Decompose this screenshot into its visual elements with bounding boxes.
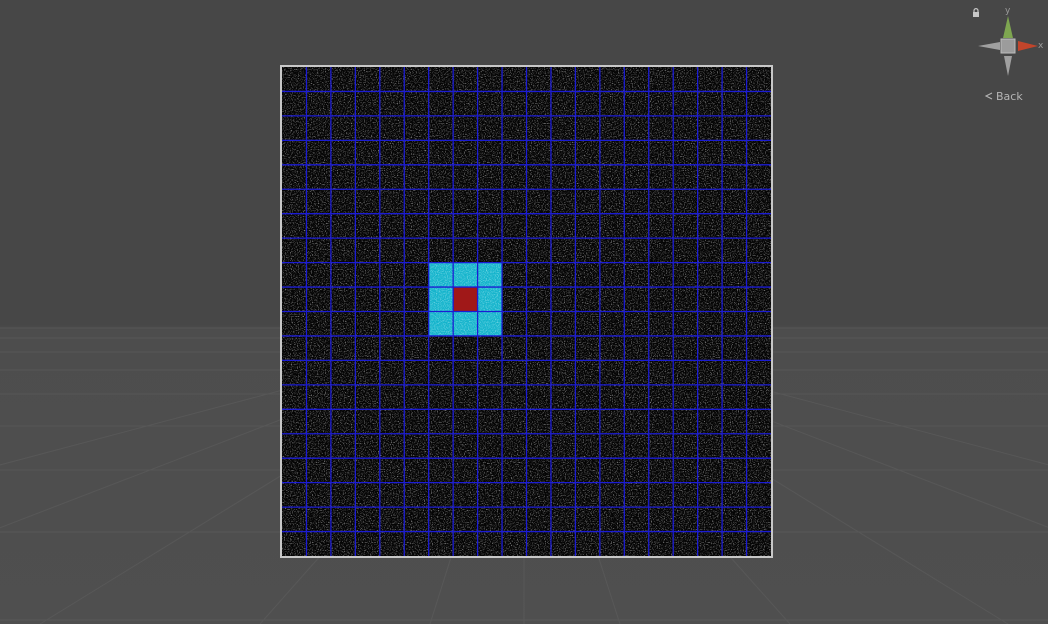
board-grid[interactable]	[282, 67, 771, 556]
neighbor-cell-texture	[477, 311, 503, 336]
x-axis-cone-icon[interactable]	[1018, 41, 1038, 51]
game-board[interactable]	[280, 65, 773, 558]
neg-y-axis-cone-icon[interactable]	[1004, 56, 1012, 76]
neighbor-cell-texture	[477, 287, 503, 312]
orientation-gizmo[interactable]: y x Back	[972, 6, 1044, 108]
view-label[interactable]: Back	[984, 89, 1023, 103]
neighbor-cell-texture	[428, 262, 454, 288]
neighbor-cell-texture	[428, 287, 454, 312]
back-arrow-icon	[984, 92, 993, 100]
neighbor-cell-texture	[453, 262, 478, 288]
neighbor-cell-texture	[477, 262, 503, 288]
neighbor-cell-texture	[428, 311, 454, 336]
neg-x-axis-cone-icon[interactable]	[978, 42, 1000, 50]
selected-cell[interactable]	[453, 287, 478, 312]
lock-icon[interactable]	[972, 8, 980, 18]
axis-y-label: y	[1005, 6, 1011, 16]
neighbor-cell-texture	[453, 311, 478, 336]
scene-view[interactable]: y x Back	[0, 0, 1048, 624]
axis-x-label: x	[1038, 41, 1044, 51]
y-axis-cone-icon[interactable]	[1003, 16, 1013, 38]
view-label-text: Back	[996, 89, 1023, 103]
gizmo-center-cube-icon[interactable]	[1000, 38, 1016, 54]
